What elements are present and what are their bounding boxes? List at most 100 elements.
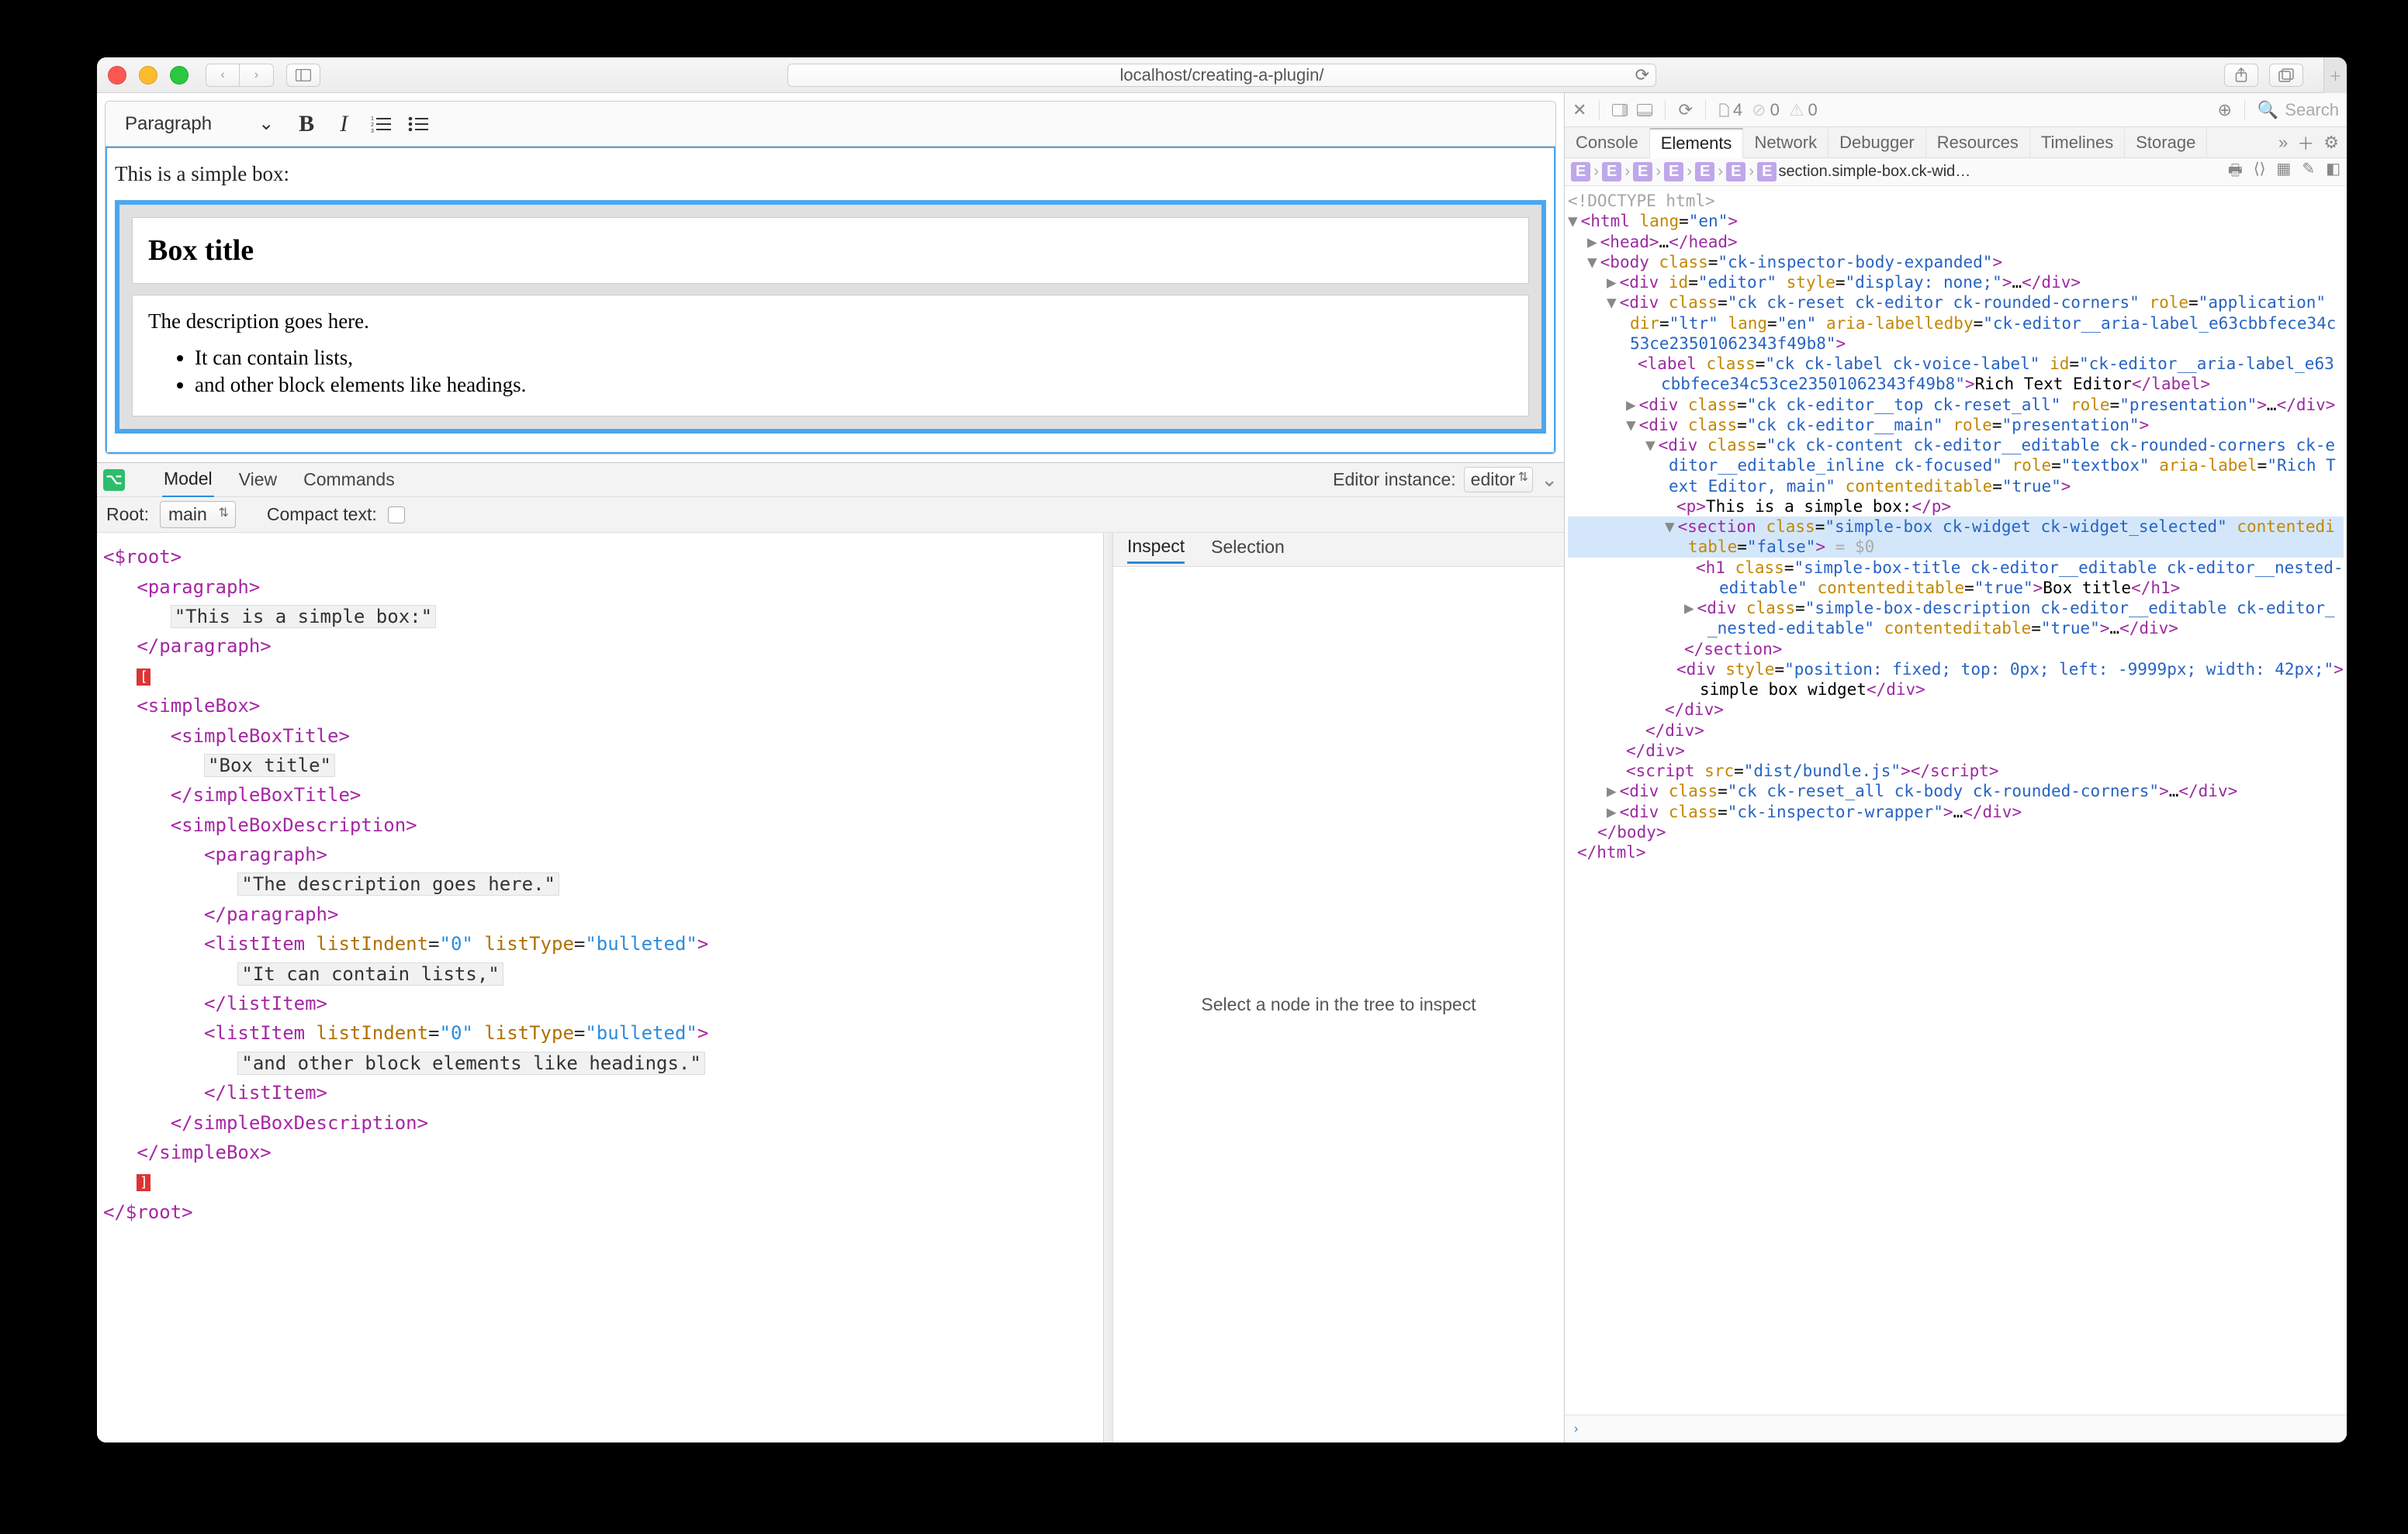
box-desc-list[interactable]: It can contain lists, and other block el… xyxy=(148,344,1513,399)
box-desc-paragraph[interactable]: The description goes here. xyxy=(148,309,1513,333)
editor-content[interactable]: This is a simple box: Box title The desc… xyxy=(106,147,1555,454)
inspector-right: Editor instance: editor ⌄ xyxy=(1333,467,1558,492)
devtools-toolbar: ✕ ⟳ 4 ⊘0 ⚠0 ⊕ 🔍 Search xyxy=(1565,93,2347,127)
selection-start-marker xyxy=(137,669,150,686)
compact-label: Compact text: xyxy=(267,504,377,525)
tab-commands[interactable]: Commands xyxy=(302,463,396,496)
tab-debugger[interactable]: Debugger xyxy=(1828,127,1926,157)
breadcrumb-current[interactable]: section.simple-box.ck-wid… xyxy=(1778,163,1970,181)
tab-elements[interactable]: Elements xyxy=(1650,128,1744,158)
instance-select[interactable]: editor xyxy=(1464,467,1534,492)
nav-buttons: ‹ › xyxy=(206,64,274,87)
heading-dropdown[interactable]: Paragraph ⌄ xyxy=(113,108,285,140)
warnings-count: ⚠0 xyxy=(1789,100,1818,120)
new-tab-button[interactable]: ＋ xyxy=(2323,57,2347,93)
breadcrumb-item[interactable]: E xyxy=(1602,162,1621,181)
bulleted-list-button[interactable] xyxy=(402,108,434,140)
box-title[interactable]: Box title xyxy=(132,217,1529,284)
maximize-window-button[interactable] xyxy=(170,66,189,85)
breadcrumb-item[interactable]: E xyxy=(1695,162,1714,181)
brush-icon[interactable]: ✎ xyxy=(2302,159,2315,185)
svg-text:3: 3 xyxy=(371,129,374,133)
bulleted-list-icon xyxy=(408,116,428,133)
inspector-body: <$root> <paragraph> "This is a simple bo… xyxy=(97,533,1564,1442)
tabs-button[interactable] xyxy=(2269,64,2303,87)
inspector-tabs: ⌥ Model View Commands Editor instance: e… xyxy=(97,463,1564,497)
code-icon[interactable]: ⟨⟩ xyxy=(2254,159,2266,185)
forward-button[interactable]: › xyxy=(240,64,274,87)
tab-model[interactable]: Model xyxy=(162,462,214,498)
tab-inspect[interactable]: Inspect xyxy=(1127,536,1185,564)
model-tree[interactable]: <$root> <paragraph> "This is a simple bo… xyxy=(97,533,1112,1442)
tab-console[interactable]: Console xyxy=(1565,127,1650,157)
print-icon[interactable]: 🖶 xyxy=(2228,159,2243,185)
minimize-window-button[interactable] xyxy=(139,66,157,85)
url-text: localhost/creating-a-plugin/ xyxy=(1120,65,1324,85)
share-button[interactable] xyxy=(2224,64,2258,87)
dock-side-button[interactable] xyxy=(1612,104,1628,116)
dock-bottom-button[interactable] xyxy=(1637,104,1652,116)
root-label: Root: xyxy=(106,504,149,525)
intro-paragraph[interactable]: This is a simple box: xyxy=(115,162,1546,186)
devtools-tabs: Console Elements Network Debugger Resour… xyxy=(1565,127,2347,158)
share-icon xyxy=(2234,67,2248,83)
heading-dropdown-label: Paragraph xyxy=(125,113,212,135)
collapse-icon[interactable]: ⌄ xyxy=(1541,468,1558,492)
refresh-icon[interactable]: ⟳ xyxy=(1635,65,1649,85)
breadcrumb-item[interactable]: E xyxy=(1664,162,1683,181)
more-tabs-icon[interactable]: » xyxy=(2278,133,2288,153)
breadcrumb-item[interactable]: E xyxy=(1633,162,1652,181)
detail-pane: Inspect Selection Select a node in the t… xyxy=(1112,533,1564,1442)
gear-icon[interactable]: ⚙ xyxy=(2323,133,2339,153)
back-button[interactable]: ‹ xyxy=(206,64,240,87)
dom-tree[interactable]: <!DOCTYPE html> ▼<html lang="en"> ▶<head… xyxy=(1565,186,2347,1415)
breadcrumb-item[interactable]: E xyxy=(1726,162,1745,181)
numbered-list-button[interactable]: 123 xyxy=(365,108,397,140)
bold-button[interactable]: B xyxy=(290,108,323,140)
list-item[interactable]: It can contain lists, xyxy=(195,344,1513,371)
toggle-icon[interactable]: ◧ xyxy=(2326,159,2341,185)
left-pane: Paragraph ⌄ B I 123 This is a simple box… xyxy=(97,93,1565,1442)
tab-timelines[interactable]: Timelines xyxy=(2030,127,2125,157)
search-icon: 🔍 xyxy=(2258,100,2278,120)
selection-end-marker xyxy=(137,1174,150,1191)
devtools-tabs-right: » ＋ ⚙ xyxy=(2271,130,2347,155)
reload-button[interactable]: ⟳ xyxy=(1678,100,1692,120)
resources-count[interactable]: 4 xyxy=(1718,100,1742,120)
list-item[interactable]: and other block elements like headings. xyxy=(195,371,1513,399)
url-bar[interactable]: localhost/creating-a-plugin/ ⟳ xyxy=(787,64,1656,87)
console-prompt[interactable]: › xyxy=(1565,1415,2347,1442)
tab-resources[interactable]: Resources xyxy=(1926,127,2030,157)
tab-selection[interactable]: Selection xyxy=(1211,537,1285,562)
content-area: Paragraph ⌄ B I 123 This is a simple box… xyxy=(97,93,2347,1442)
detail-tabs: Inspect Selection xyxy=(1113,533,1564,567)
element-picker-button[interactable]: ⊕ xyxy=(2217,100,2231,120)
close-window-button[interactable] xyxy=(108,66,126,85)
instance-label: Editor instance: xyxy=(1333,469,1456,490)
simple-box-widget[interactable]: Box title The description goes here. It … xyxy=(115,200,1546,434)
detail-placeholder: Select a node in the tree to inspect xyxy=(1113,567,1564,1442)
errors-count: ⊘0 xyxy=(1752,100,1780,120)
tree-resizer[interactable] xyxy=(1103,533,1112,1442)
tab-storage[interactable]: Storage xyxy=(2125,127,2207,157)
devtools-pane: ✕ ⟳ 4 ⊘0 ⚠0 ⊕ 🔍 Search Console xyxy=(1565,93,2347,1442)
devtools-search[interactable]: 🔍 Search xyxy=(2258,100,2339,120)
svg-text:1: 1 xyxy=(371,116,374,122)
compact-checkbox[interactable] xyxy=(388,506,405,523)
root-select[interactable]: main xyxy=(160,501,236,528)
devtools-breadcrumbs: E› E› E› E› E› E› E section.simple-box.c… xyxy=(1565,158,2347,186)
sidebar-toggle-button[interactable] xyxy=(286,64,320,87)
tabs-icon xyxy=(2278,68,2294,82)
breadcrumb-item[interactable]: E xyxy=(1571,162,1590,181)
grid-icon[interactable]: ▦ xyxy=(2276,159,2291,185)
new-tab-icon[interactable]: ＋ xyxy=(2297,130,2314,155)
tab-network[interactable]: Network xyxy=(1743,127,1828,157)
tab-view[interactable]: View xyxy=(237,463,279,496)
box-description[interactable]: The description goes here. It can contai… xyxy=(132,295,1529,416)
italic-button[interactable]: I xyxy=(327,108,360,140)
inspector-logo-icon: ⌥ xyxy=(103,469,125,491)
titlebar-right: ＋ xyxy=(2224,57,2336,93)
svg-text:2: 2 xyxy=(371,123,374,128)
breadcrumb-item[interactable]: E xyxy=(1757,162,1777,181)
close-devtools-button[interactable]: ✕ xyxy=(1572,100,1586,120)
